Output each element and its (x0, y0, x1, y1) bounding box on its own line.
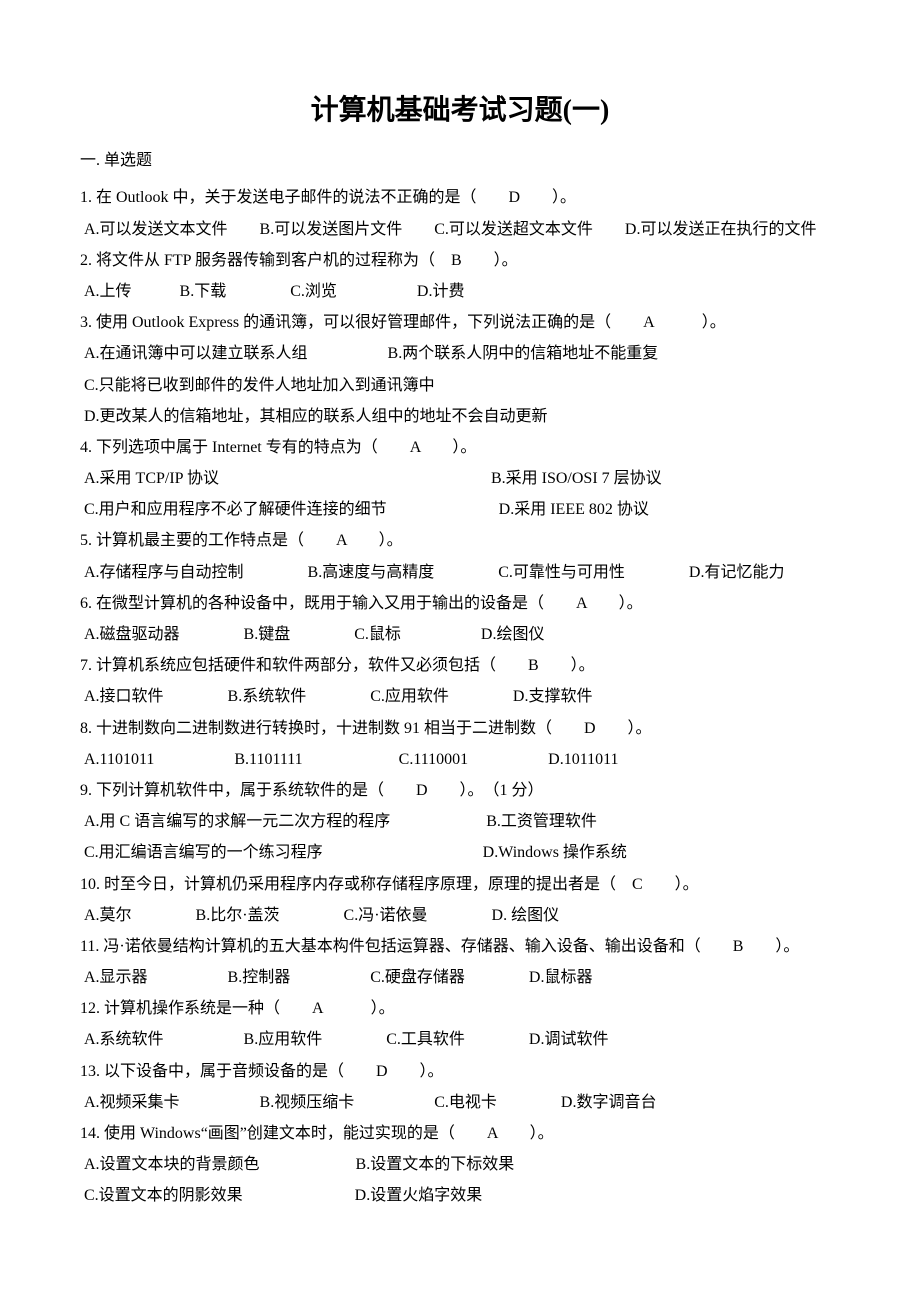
section-header: 一. 单选题 (80, 146, 840, 176)
question-options: A.可以发送文本文件 B.可以发送图片文件 C.可以发送超文本文件 D.可以发送… (80, 214, 840, 245)
question-options: A.设置文本块的背景颜色 B.设置文本的下标效果 (80, 1149, 840, 1180)
question-stem: 14. 使用 Windows“画图”创建文本时，能过实现的是（ A ）。 (80, 1118, 840, 1149)
question-options: C.只能将已收到邮件的发件人地址加入到通讯簿中 (80, 370, 840, 401)
question-options: A.上传 B.下载 C.浏览 D.计费 (80, 276, 840, 307)
question-stem: 6. 在微型计算机的各种设备中，既用于输入又用于输出的设备是（ A ）。 (80, 588, 840, 619)
question-stem: 2. 将文件从 FTP 服务器传输到客户机的过程称为（ B ）。 (80, 245, 840, 276)
question-options: A.用 C 语言编写的求解一元二次方程的程序 B.工资管理软件 (80, 806, 840, 837)
question-options: A.视频采集卡 B.视频压缩卡 C.电视卡 D.数字调音台 (80, 1087, 840, 1118)
question-options: A.磁盘驱动器 B.键盘 C.鼠标 D.绘图仪 (80, 619, 840, 650)
question-stem: 1. 在 Outlook 中，关于发送电子邮件的说法不正确的是（ D ）。 (80, 182, 840, 213)
question-stem: 9. 下列计算机软件中，属于系统软件的是（ D ）。 （1 分） (80, 775, 840, 806)
question-stem: 3. 使用 Outlook Express 的通讯簿，可以很好管理邮件，下列说法… (80, 307, 840, 338)
question-stem: 4. 下列选项中属于 Internet 专有的特点为（ A ）。 (80, 432, 840, 463)
question-stem: 12. 计算机操作系统是一种（ A ）。 (80, 993, 840, 1024)
question-stem: 8. 十进制数向二进制数进行转换时，十进制数 91 相当于二进制数（ D ）。 (80, 713, 840, 744)
question-options: A.存储程序与自动控制 B.高速度与高精度 C.可靠性与可用性 D.有记忆能力 (80, 557, 840, 588)
question-options: C.设置文本的阴影效果 D.设置火焰字效果 (80, 1180, 840, 1211)
question-options: A.在通讯簿中可以建立联系人组 B.两个联系人阴中的信箱地址不能重复 (80, 338, 840, 369)
question-options: A.采用 TCP/IP 协议 B.采用 ISO/OSI 7 层协议 (80, 463, 840, 494)
question-options: A.接口软件 B.系统软件 C.应用软件 D.支撑软件 (80, 681, 840, 712)
question-options: C.用汇编语言编写的一个练习程序 D.Windows 操作系统 (80, 837, 840, 868)
question-options: C.用户和应用程序不必了解硬件连接的细节 D.采用 IEEE 802 协议 (80, 494, 840, 525)
question-options: A.显示器 B.控制器 C.硬盘存储器 D.鼠标器 (80, 962, 840, 993)
question-options: D.更改某人的信箱地址，其相应的联系人组中的地址不会自动更新 (80, 401, 840, 432)
question-stem: 5. 计算机最主要的工作特点是（ A ）。 (80, 525, 840, 556)
page-content: 计算机基础考试习题(一) 一. 单选题 1. 在 Outlook 中，关于发送电… (0, 0, 920, 1272)
question-stem: 11. 冯·诺依曼结构计算机的五大基本构件包括运算器、存储器、输入设备、输出设备… (80, 931, 840, 962)
page-title: 计算机基础考试习题(一) (80, 88, 840, 128)
question-options: A.系统软件 B.应用软件 C.工具软件 D.调试软件 (80, 1024, 840, 1055)
question-stem: 7. 计算机系统应包括硬件和软件两部分，软件又必须包括（ B ）。 (80, 650, 840, 681)
question-options: A.1101011 B.1101111 C.1110001 D.1011011 (80, 744, 840, 775)
question-stem: 13. 以下设备中，属于音频设备的是（ D ）。 (80, 1056, 840, 1087)
question-options: A.莫尔 B.比尔·盖茨 C.冯·诺依曼 D. 绘图仪 (80, 900, 840, 931)
question-list: 1. 在 Outlook 中，关于发送电子邮件的说法不正确的是（ D ）。A.可… (80, 182, 840, 1211)
question-stem: 10. 时至今日，计算机仍采用程序内存或称存储程序原理，原理的提出者是（ C ）… (80, 869, 840, 900)
